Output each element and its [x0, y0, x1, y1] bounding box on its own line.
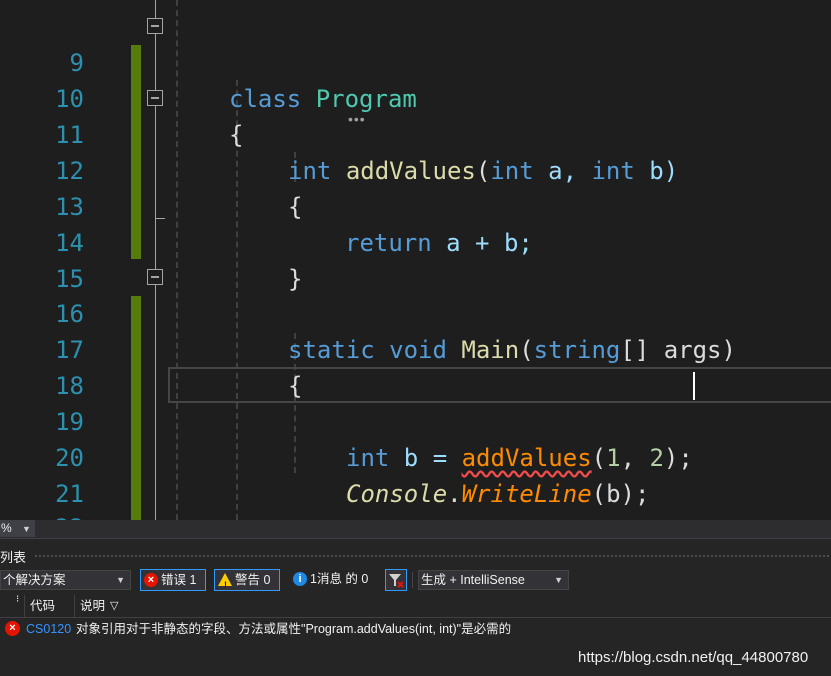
code-line[interactable]: 15: [0, 225, 831, 293]
build-intellisense-dropdown[interactable]: 生成 + IntelliSense ▼: [418, 570, 569, 590]
chevron-down-icon: ▼: [554, 575, 563, 585]
warning-mark: !: [224, 580, 227, 590]
code-line[interactable]: 10 {: [0, 45, 831, 149]
scope-dropdown[interactable]: 个解决方案 ▼: [0, 570, 131, 590]
filter-icon[interactable]: ▽: [110, 595, 118, 617]
error-list-header: ⁝ 代码 说明 ▽: [0, 594, 831, 618]
error-icon: ×: [144, 573, 158, 587]
chevron-down-icon: ▼: [116, 575, 125, 585]
error-code-link[interactable]: CS0120: [26, 619, 71, 639]
funnel-icon: [389, 574, 404, 588]
code-line-current[interactable]: 19 int b = addValues(1, 2);: [0, 368, 831, 472]
toolbar-separator: [412, 572, 413, 588]
editor-status-bar: % ▼: [0, 520, 831, 539]
zoom-dropdown[interactable]: % ▼: [0, 520, 35, 537]
code-line[interactable]: 21: [0, 440, 831, 508]
sort-grip-icon: ⁝: [16, 594, 20, 605]
errors-filter-button[interactable]: × 错误 1: [140, 569, 206, 591]
filter-toggle-button[interactable]: [385, 569, 407, 591]
line-number: 22: [0, 510, 84, 520]
drag-grip[interactable]: [34, 554, 831, 559]
text-caret: [693, 372, 695, 400]
code-line[interactable]: 14 }: [0, 189, 831, 293]
warnings-count: 警告 0: [235, 573, 271, 587]
error-description: 对象引用对于非静态的字段、方法或属性"Program.addValues(int…: [76, 622, 512, 636]
code-editor[interactable]: 9 class Program 10 { 11 int addValues(in…: [0, 0, 831, 520]
column-description[interactable]: 说明: [80, 595, 105, 617]
column-divider: [24, 595, 25, 617]
errors-count: 错误 1: [161, 573, 197, 587]
chevron-down-icon: ▼: [22, 524, 31, 534]
warnings-filter-button[interactable]: ! 警告 0: [214, 569, 280, 591]
error-list-toolbar: 个解决方案 ▼ × 错误 1 ! 警告 0 i 1消息 的 0 生成 + Int…: [0, 569, 831, 593]
error-row[interactable]: × CS0120 对象引用对于非静态的字段、方法或属性"Program.addV…: [0, 619, 831, 639]
zoom-value: %: [1, 521, 12, 535]
error-list-panel: 列表 个解决方案 ▼ × 错误 1 ! 警告 0 i 1消息 的 0 生成 +: [0, 539, 831, 676]
code-line[interactable]: 13 return a + b;: [0, 153, 831, 257]
panel-title: 列表: [0, 550, 27, 565]
watermark: https://blog.csdn.net/qq_44800780: [578, 649, 809, 666]
code-line[interactable]: 20 Console.WriteLine(b);: [0, 404, 831, 508]
code-line[interactable]: 16 static void Main(string[] args): [0, 260, 831, 364]
code-line[interactable]: 18: [0, 332, 831, 400]
column-divider: [74, 595, 75, 617]
build-filter-value: 生成 + IntelliSense: [421, 573, 525, 587]
code-line[interactable]: 17 {: [0, 296, 831, 400]
column-code[interactable]: 代码: [30, 595, 55, 617]
error-icon: ×: [5, 621, 20, 636]
info-icon: i: [293, 572, 307, 586]
code-line[interactable]: 22 }: [0, 474, 831, 520]
code-line[interactable]: 9 class Program: [0, 9, 831, 113]
scope-value: 个解决方案: [3, 573, 66, 587]
code-line[interactable]: 12 {: [0, 117, 831, 221]
messages-filter-button[interactable]: i 1消息 的 0: [290, 569, 376, 591]
code-line[interactable]: 11 int addValues(int a, int b): [0, 81, 831, 185]
messages-count: 1消息 的 0: [310, 572, 369, 586]
